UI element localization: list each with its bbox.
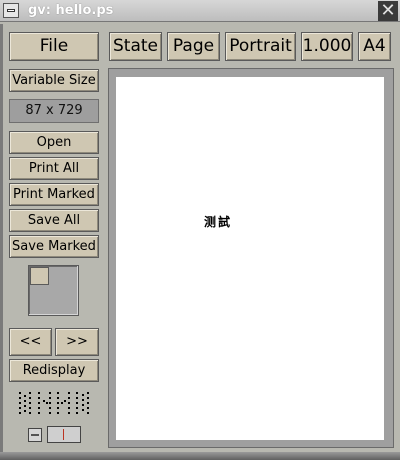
window-menu-button[interactable]	[3, 3, 19, 18]
antialias-toggle[interactable]	[28, 428, 42, 442]
print-all-button[interactable]: Print All	[9, 157, 99, 180]
size-mode-button[interactable]: Variable Size	[9, 69, 99, 92]
window-left-border	[0, 24, 3, 460]
page-position-toggle[interactable]	[47, 426, 81, 443]
document-text: 测試	[204, 215, 233, 229]
media-menu-button[interactable]: A4	[358, 32, 391, 61]
document-viewport[interactable]: 测試	[108, 68, 394, 448]
page-panner[interactable]	[28, 265, 79, 316]
window-bottom-border	[0, 452, 400, 460]
page-menu-button[interactable]: Page	[167, 32, 220, 61]
save-all-button[interactable]: Save All	[9, 209, 99, 232]
orientation-menu-button[interactable]: Portrait	[225, 32, 296, 61]
next-page-button[interactable]: >>	[55, 328, 99, 356]
window-title: gv: hello.ps	[28, 3, 114, 18]
open-button[interactable]: Open	[9, 131, 99, 154]
scale-menu-button[interactable]: 1.000	[301, 32, 353, 61]
orientation-landscape-icon[interactable]	[37, 390, 53, 418]
document-page: 测試	[116, 77, 384, 440]
file-menu-button[interactable]: File	[9, 32, 99, 61]
previous-page-button[interactable]: <<	[9, 328, 52, 356]
save-marked-button[interactable]: Save Marked	[9, 235, 99, 258]
panner-thumb[interactable]	[30, 267, 49, 285]
orientation-upside-down-icon[interactable]	[56, 390, 72, 418]
window-title-bar[interactable]: gv: hello.ps ✕	[0, 0, 400, 22]
state-menu-button[interactable]: State	[109, 32, 162, 61]
window-menu-icon	[7, 9, 15, 12]
print-marked-button[interactable]: Print Marked	[9, 183, 99, 206]
orientation-portrait-icon[interactable]	[18, 390, 34, 418]
size-display: 87 x 729	[9, 99, 99, 123]
orientation-seascape-icon[interactable]	[75, 390, 91, 418]
close-icon[interactable]: ✕	[378, 1, 398, 21]
redisplay-button[interactable]: Redisplay	[9, 359, 99, 382]
